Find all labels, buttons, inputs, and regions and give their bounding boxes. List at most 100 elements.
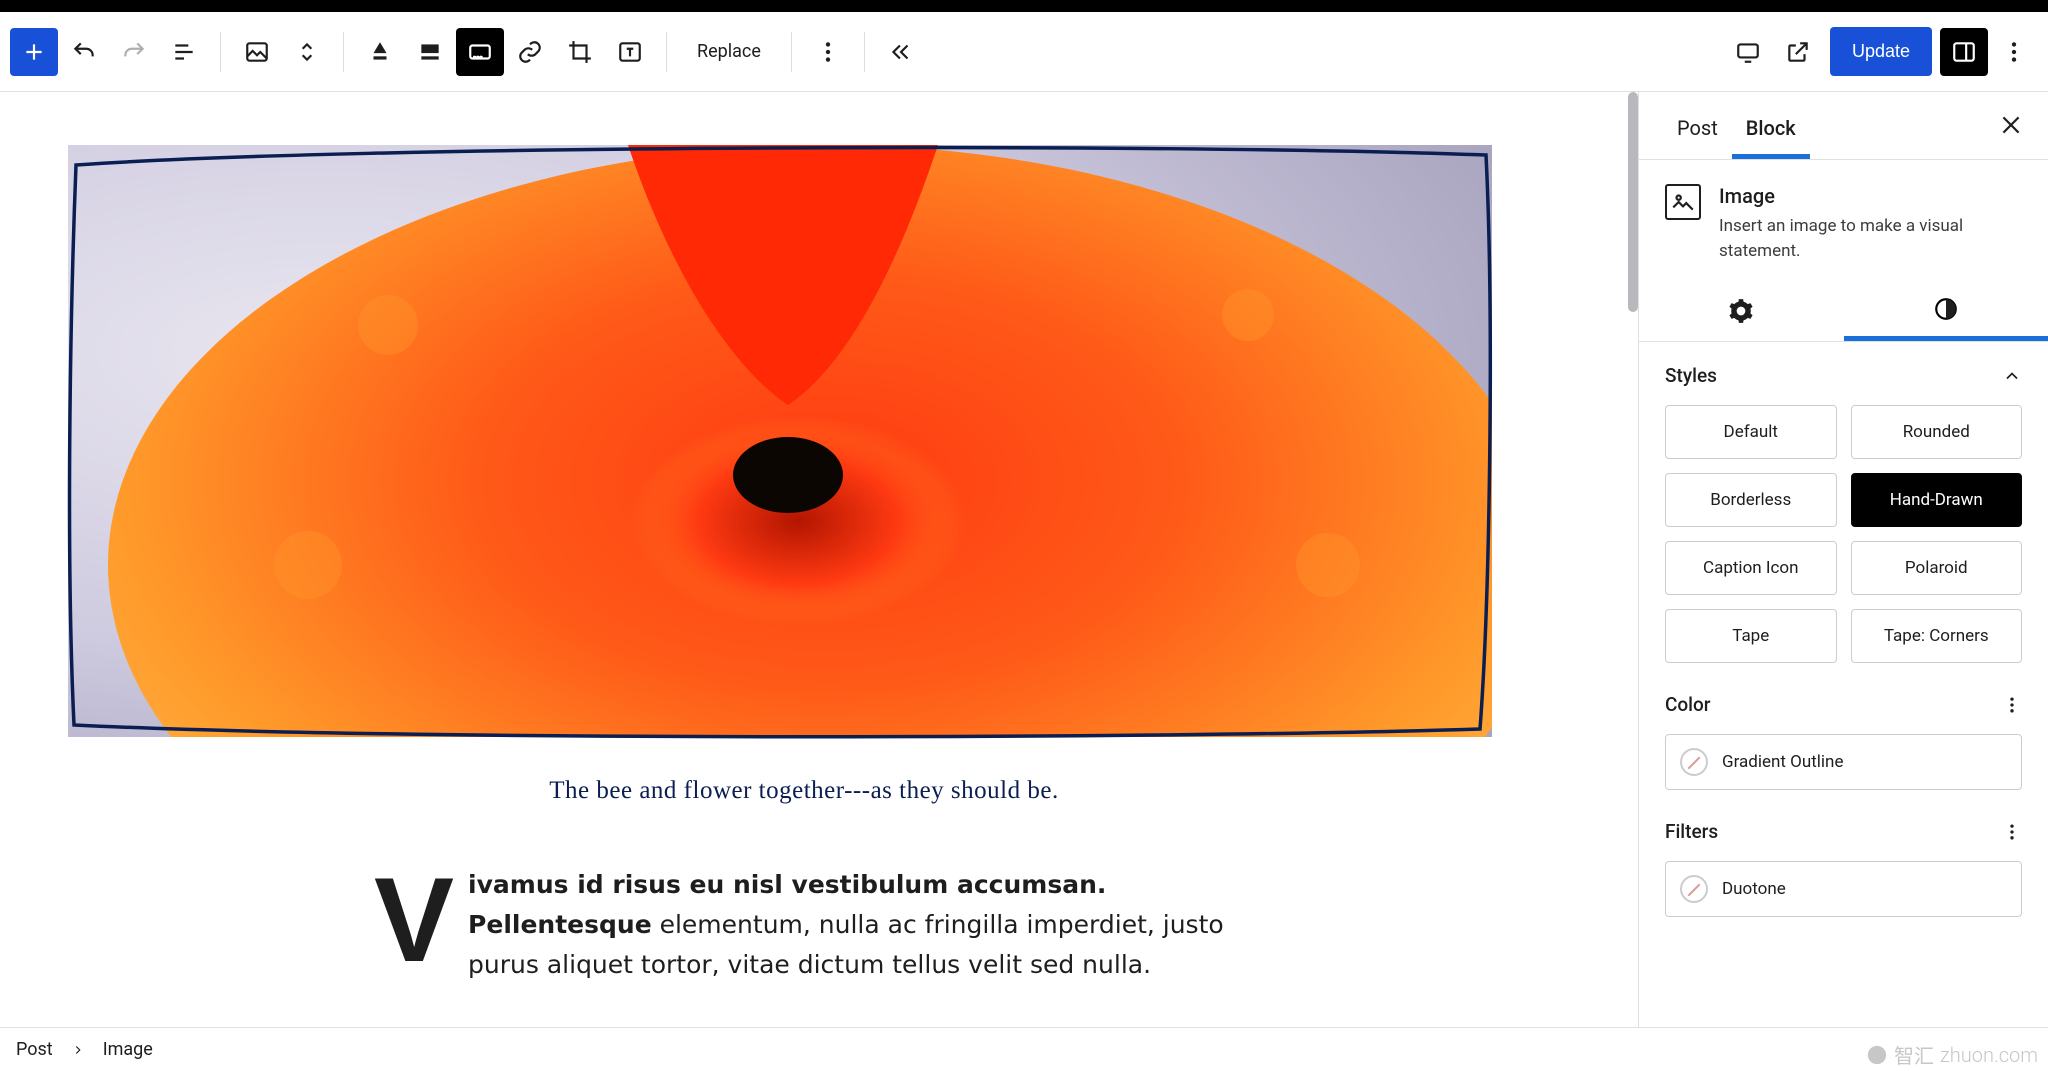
- style-option-rounded[interactable]: Rounded: [1851, 405, 2023, 459]
- open-external-button[interactable]: [1774, 28, 1822, 76]
- list-view-icon: [171, 39, 197, 65]
- replace-button[interactable]: Replace: [679, 28, 779, 76]
- kebab-icon[interactable]: [2002, 695, 2022, 715]
- align-button[interactable]: [356, 28, 404, 76]
- sidebar-tabs: Post Block: [1639, 92, 2048, 160]
- kebab-icon: [815, 39, 841, 65]
- image-block-type-button[interactable]: [233, 28, 281, 76]
- separator: [791, 32, 792, 72]
- paragraph-block[interactable]: V ivamus id risus eu nisl vestibulum acc…: [374, 865, 1234, 985]
- collapse-toolbar-button[interactable]: [877, 28, 925, 76]
- desktop-icon: [1735, 39, 1761, 65]
- hand-drawn-border: [60, 137, 1500, 745]
- editor-canvas[interactable]: The bee and flower together---as they sh…: [0, 92, 1638, 1027]
- aspect-icon: [467, 39, 493, 65]
- tab-post[interactable]: Post: [1663, 98, 1732, 158]
- image-block-icon: [1665, 184, 1701, 220]
- crop-button[interactable]: [556, 28, 604, 76]
- style-option-polaroid[interactable]: Polaroid: [1851, 541, 2023, 595]
- plus-icon: [21, 39, 47, 65]
- chevrons-left-icon: [888, 39, 914, 65]
- scrollbar[interactable]: [1628, 92, 1638, 312]
- editor-options-button[interactable]: [1990, 28, 2038, 76]
- separator: [864, 32, 865, 72]
- caption-below-icon: [417, 39, 443, 65]
- filters-heading: Filters: [1665, 820, 1718, 843]
- redo-icon: [121, 39, 147, 65]
- styles-panel: Styles DefaultRoundedBorderlessHand-Draw…: [1639, 342, 2048, 671]
- window-black-bar: [0, 0, 2048, 12]
- duotone-row[interactable]: Duotone: [1665, 861, 2022, 917]
- crop-icon: [567, 39, 593, 65]
- image-caption[interactable]: The bee and flower together---as they sh…: [60, 777, 1548, 805]
- chevrons-updown-icon: [294, 39, 320, 65]
- duotone-label: Duotone: [1722, 879, 1786, 899]
- kebab-icon: [2001, 39, 2027, 65]
- color-panel: Color Gradient Outline: [1639, 671, 2048, 798]
- text-overlay-button[interactable]: [606, 28, 654, 76]
- chevron-right-icon: [71, 1043, 85, 1057]
- styles-subtab[interactable]: [1844, 281, 2048, 341]
- style-option-tape[interactable]: Tape: [1665, 609, 1837, 663]
- gear-icon: [1728, 298, 1754, 324]
- text-on-image-icon: [617, 39, 643, 65]
- redo-button[interactable]: [110, 28, 158, 76]
- block-description: Image Insert an image to make a visual s…: [1639, 160, 2048, 281]
- kebab-icon[interactable]: [2002, 822, 2022, 842]
- separator: [343, 32, 344, 72]
- breadcrumb-leaf[interactable]: Image: [103, 1039, 153, 1060]
- watermark-zh: 智汇: [1894, 1040, 1934, 1069]
- caption-position-button[interactable]: [406, 28, 454, 76]
- undo-icon: [71, 39, 97, 65]
- panel-icon: [1951, 39, 1977, 65]
- image-block-hand-drawn[interactable]: [60, 137, 1500, 745]
- tab-block[interactable]: Block: [1732, 98, 1810, 158]
- external-link-icon: [1785, 39, 1811, 65]
- block-hint: Insert an image to make a visual stateme…: [1719, 214, 2022, 263]
- link-icon: [517, 39, 543, 65]
- breadcrumb-root[interactable]: Post: [16, 1039, 53, 1060]
- update-button[interactable]: Update: [1830, 27, 1932, 76]
- style-option-default[interactable]: Default: [1665, 405, 1837, 459]
- separator: [220, 32, 221, 72]
- block-name: Image: [1719, 184, 2022, 208]
- drop-cap: V: [374, 865, 468, 969]
- style-option-hand-drawn[interactable]: Hand-Drawn: [1851, 473, 2023, 527]
- color-heading: Color: [1665, 693, 1711, 716]
- filters-panel: Filters Duotone: [1639, 798, 2048, 925]
- editor-toolbar: Replace Update: [0, 12, 2048, 92]
- separator: [666, 32, 667, 72]
- close-icon: [1998, 112, 2024, 138]
- settings-subtab[interactable]: [1639, 281, 1844, 341]
- watermark-domain: zhuon.com: [1940, 1043, 2038, 1067]
- gradient-outline-label: Gradient Outline: [1722, 752, 1843, 772]
- image-icon: [1670, 189, 1696, 215]
- watermark-icon: [1866, 1044, 1888, 1066]
- replace-label: Replace: [697, 41, 761, 62]
- aspect-ratio-button[interactable]: [456, 28, 504, 76]
- breadcrumb: Post Image 智汇 zhuon.com: [0, 1027, 2048, 1071]
- image-icon: [244, 39, 270, 65]
- add-block-button[interactable]: [10, 28, 58, 76]
- more-options-button[interactable]: [804, 28, 852, 76]
- view-desktop-button[interactable]: [1724, 28, 1772, 76]
- align-caption-icon: [367, 39, 393, 65]
- document-overview-button[interactable]: [160, 28, 208, 76]
- color-swatch-empty: [1680, 875, 1708, 903]
- color-swatch-empty: [1680, 748, 1708, 776]
- inspector-subtabs: [1639, 281, 2048, 342]
- update-label: Update: [1852, 41, 1910, 61]
- chevron-up-icon[interactable]: [2002, 366, 2022, 386]
- gradient-outline-row[interactable]: Gradient Outline: [1665, 734, 2022, 790]
- watermark: 智汇 zhuon.com: [1866, 1040, 2038, 1069]
- link-button[interactable]: [506, 28, 554, 76]
- sidebar-toggle-button[interactable]: [1940, 28, 1988, 76]
- undo-button[interactable]: [60, 28, 108, 76]
- move-block-button[interactable]: [283, 28, 331, 76]
- contrast-icon: [1933, 296, 1959, 322]
- style-option-tape-corners[interactable]: Tape: Corners: [1851, 609, 2023, 663]
- style-option-borderless[interactable]: Borderless: [1665, 473, 1837, 527]
- close-sidebar-button[interactable]: [1982, 96, 2040, 159]
- settings-sidebar: Post Block Image Insert an image to make…: [1638, 92, 2048, 1027]
- style-option-caption-icon[interactable]: Caption Icon: [1665, 541, 1837, 595]
